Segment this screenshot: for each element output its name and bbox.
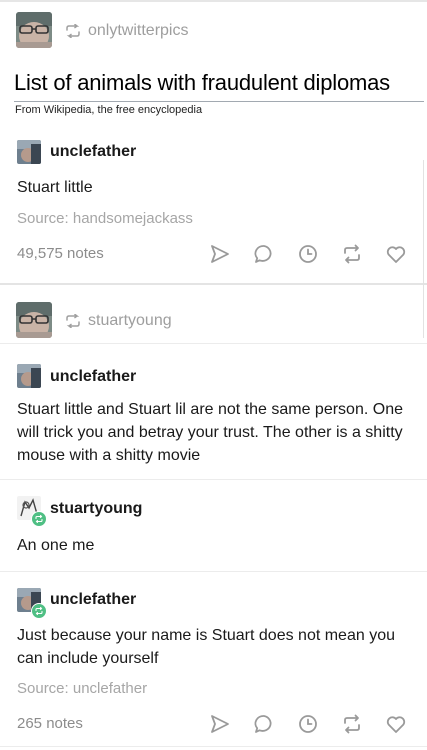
unclefather-avatar[interactable] [17,364,41,388]
entry-author[interactable]: unclefather [50,591,136,609]
wiki-title: List of animals with fraudulent diplomas [14,70,390,95]
entry-author[interactable]: stuartyoung [50,500,142,518]
reblog-icon[interactable] [341,713,363,735]
bottom-separator [0,746,427,747]
onlytwitterpics-avatar-2[interactable] [16,302,52,338]
reblogged-from-name: stuartyoung [88,312,172,329]
tumblr-feed: onlytwitterpics List of animals with fra… [0,0,427,750]
notes-count[interactable]: 265 notes [17,715,83,732]
entry-text: An one me [17,537,95,554]
top-border [0,0,427,2]
entry-text: Just because your name is Stuart does no… [17,627,395,667]
reblog-header-2[interactable]: stuartyoung [64,312,172,330]
reblog-separator [0,343,427,344]
post-source[interactable]: Source: unclefather [17,680,147,697]
post-actions [209,243,407,265]
reply-icon[interactable] [253,713,275,735]
post-separator [0,283,427,285]
reblog-icon[interactable] [341,243,363,265]
post-text: Stuart little [17,179,93,196]
reblog-small-icon [64,313,82,329]
entry-author[interactable]: unclefather [50,368,136,386]
reblogged-from-name: onlytwitterpics [88,22,189,39]
reply-icon[interactable] [253,243,275,265]
unclefather-avatar[interactable] [17,140,41,164]
entry-separator [0,479,427,480]
queue-icon[interactable] [297,713,319,735]
wiki-title-rule [14,101,424,102]
send-icon[interactable] [209,243,231,265]
onlytwitterpics-avatar[interactable] [16,12,52,48]
wiki-subtitle: From Wikipedia, the free encyclopedia [15,104,203,116]
notes-count[interactable]: 49,575 notes [17,245,104,262]
heart-icon[interactable] [385,243,407,265]
post-source[interactable]: Source: handsomejackass [17,210,193,227]
post-actions [209,713,407,735]
post-author[interactable]: unclefather [50,143,136,161]
reblog-small-icon [64,23,82,39]
queue-icon[interactable] [297,243,319,265]
scroll-edge [423,160,424,338]
heart-icon[interactable] [385,713,407,735]
send-icon[interactable] [209,713,231,735]
entry-text: Stuart little and Stuart lil are not the… [17,401,403,464]
reblog-badge-icon [31,603,47,619]
reblog-badge-icon [31,511,47,527]
reblog-header[interactable]: onlytwitterpics [64,22,188,40]
entry-separator [0,571,427,572]
